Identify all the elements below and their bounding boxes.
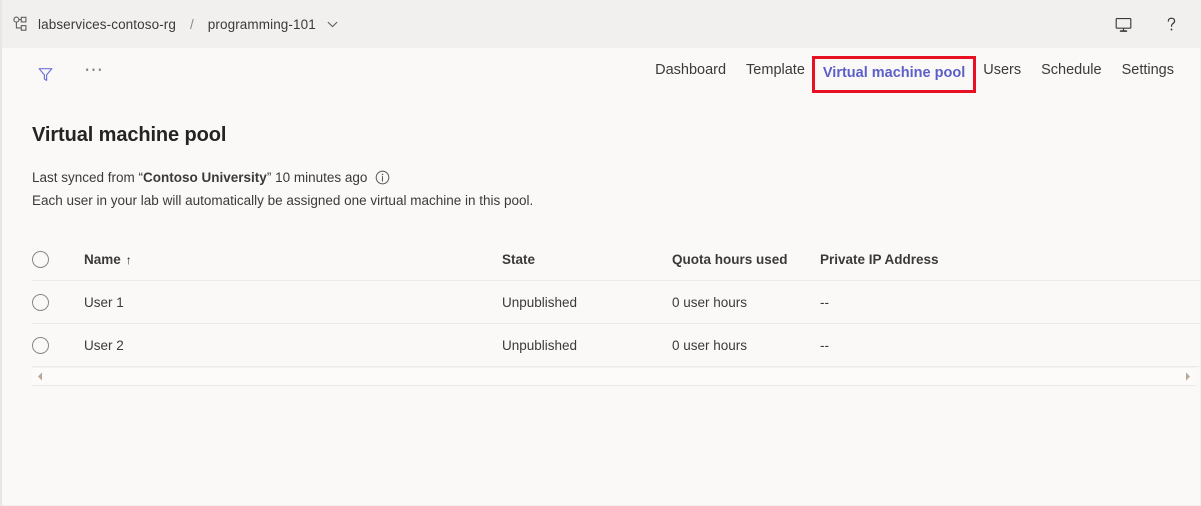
row-radio[interactable] xyxy=(32,337,49,354)
breadcrumb-bar: labservices-contoso-rg / programming-101 xyxy=(2,0,1200,48)
scroll-left-arrow[interactable] xyxy=(32,368,49,385)
cell-name: User 2 xyxy=(84,338,502,353)
more-ellipsis-icon[interactable]: ⋯ xyxy=(84,67,105,83)
breadcrumb-current[interactable]: programming-101 xyxy=(208,17,316,32)
tab-dashboard[interactable]: Dashboard xyxy=(645,48,736,101)
horizontal-scrollbar[interactable] xyxy=(32,367,1196,386)
chevron-down-icon[interactable] xyxy=(326,18,339,31)
table-row[interactable]: User 1 Unpublished 0 user hours -- xyxy=(32,281,1200,324)
cell-state: Unpublished xyxy=(502,295,672,310)
cell-name: User 1 xyxy=(84,295,502,310)
row-select-cell xyxy=(32,294,84,311)
table-row[interactable]: User 2 Unpublished 0 user hours -- xyxy=(32,324,1200,367)
column-header-name[interactable]: Name ↑ xyxy=(84,252,502,267)
scroll-right-arrow[interactable] xyxy=(1179,368,1196,385)
sync-suffix: ” 10 minutes ago xyxy=(267,168,368,187)
header-actions xyxy=(1112,13,1188,35)
tab-settings[interactable]: Settings xyxy=(1112,48,1184,101)
cell-state: Unpublished xyxy=(502,338,672,353)
last-synced-text: Last synced from “Contoso University” 10… xyxy=(32,168,1200,187)
breadcrumb: labservices-contoso-rg / programming-101 xyxy=(10,13,339,35)
select-all-radio[interactable] xyxy=(32,251,49,268)
cell-ip: -- xyxy=(820,338,1020,353)
column-header-quota-hours-used[interactable]: Quota hours used xyxy=(672,252,820,267)
sync-source: Contoso University xyxy=(143,168,267,187)
row-select-cell xyxy=(32,337,84,354)
cell-ip: -- xyxy=(820,295,1020,310)
resource-group-icon xyxy=(10,13,32,35)
page-content: Virtual machine pool Last synced from “C… xyxy=(2,101,1200,505)
help-question-icon[interactable] xyxy=(1160,13,1182,35)
tab-template[interactable]: Template xyxy=(736,48,815,101)
cell-quota: 0 user hours xyxy=(672,295,820,310)
cell-quota: 0 user hours xyxy=(672,338,820,353)
app-window: labservices-contoso-rg / programming-101 xyxy=(0,0,1201,506)
tab-users[interactable]: Users xyxy=(973,48,1031,101)
breadcrumb-resource-group[interactable]: labservices-contoso-rg xyxy=(38,17,176,32)
tab-virtual-machine-pool[interactable]: Virtual machine pool xyxy=(815,59,973,90)
filter-funnel-icon[interactable] xyxy=(32,62,58,88)
info-circle-icon[interactable] xyxy=(375,170,390,185)
vm-pool-table: Name ↑ State Quota hours used Private IP … xyxy=(32,239,1200,386)
pool-description: Each user in your lab will automatically… xyxy=(32,191,1200,210)
breadcrumb-separator: / xyxy=(190,17,194,32)
column-header-state[interactable]: State xyxy=(502,252,672,267)
monitor-icon[interactable] xyxy=(1112,13,1134,35)
scrollbar-track[interactable] xyxy=(49,368,1179,385)
command-bar: ⋯ Dashboard Template Virtual machine poo… xyxy=(2,48,1200,101)
page-title: Virtual machine pool xyxy=(32,124,1200,147)
tab-bar: Dashboard Template Virtual machine pool … xyxy=(645,48,1200,101)
row-radio[interactable] xyxy=(32,294,49,311)
select-all-cell xyxy=(32,251,84,268)
command-bar-left: ⋯ xyxy=(2,62,105,88)
sync-prefix: Last synced from “ xyxy=(32,168,143,187)
column-header-name-label: Name xyxy=(84,252,121,267)
table-header-row: Name ↑ State Quota hours used Private IP … xyxy=(32,239,1200,281)
sort-ascending-icon: ↑ xyxy=(126,253,132,267)
column-header-private-ip-address[interactable]: Private IP Address xyxy=(820,252,1020,267)
tab-schedule[interactable]: Schedule xyxy=(1031,48,1111,101)
